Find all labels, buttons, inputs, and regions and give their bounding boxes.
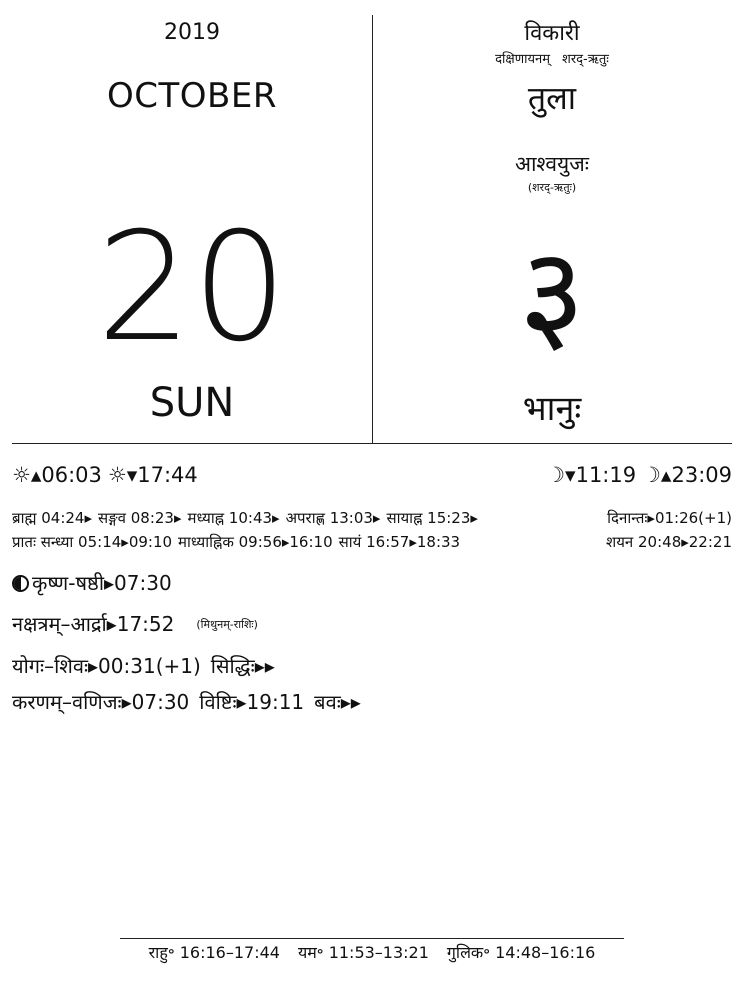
sunset-time: ☼▾17:44 — [107, 463, 198, 487]
tithi-row: कृष्ण-षष्ठी▸07:30 — [12, 569, 172, 596]
brahma-muhurta: ब्राह्म 04:24▸ — [12, 509, 92, 527]
vertical-divider — [372, 15, 373, 443]
yoga-row: योगः–शिवः▸00:31(+1) सिद्धिः▸▸ — [12, 652, 275, 679]
day-divisions: ब्राह्म 04:24▸ सङ्गव 08:23▸ मध्याह्न 10:43… — [12, 508, 484, 528]
yoga-text: योगः–शिवः▸00:31(+1) — [12, 654, 201, 678]
tithi-text: कृष्ण-षष्ठी▸07:30 — [32, 571, 172, 595]
sayahna: सायाह्न 15:23▸ — [386, 509, 478, 527]
karana-text: करणम्–वणिजः▸07:30 — [12, 690, 190, 714]
moonrise-time: ☽▴23:09 — [642, 463, 732, 487]
sayam-sandhya: सायं 16:57▸18:33 — [338, 533, 461, 551]
gulika-kalam: गुलिक॰ 14:48–16:16 — [446, 943, 596, 962]
footer-divider — [120, 938, 624, 939]
sunrise-time: ☼▴06:03 — [12, 463, 102, 487]
nakshatra-text: नक्षत्रम्–आर्द्रा▸17:52 — [12, 612, 175, 636]
moonset-time: ☽▾11:19 — [546, 463, 637, 487]
vara: भानुः — [522, 389, 582, 429]
aparahna: अपराह्ण 13:03▸ — [285, 509, 381, 527]
horizontal-divider — [12, 443, 732, 444]
half-moon-icon — [12, 575, 29, 592]
gregorian-month: OCTOBER — [107, 76, 277, 116]
nakshatra-row: नक्षत्रम्–आर्द्रा▸17:52 (मिथुनम्-राशिः) — [12, 610, 258, 637]
dinanta: दिनान्तः▸01:26(+1) — [607, 509, 732, 527]
karana-row: करणम्–वणिजः▸07:30 विष्टिः▸19:11 बवः▸▸ — [12, 688, 361, 715]
gregorian-day: 20 — [96, 201, 288, 375]
yoga-next: सिद्धिः▸▸ — [210, 654, 275, 678]
rahu-kalam: राहु॰ 16:16–17:44 — [148, 943, 280, 962]
moon-times: ☽▾11:19 ☽▴23:09 — [546, 463, 732, 487]
pratah-sandhya: प्रातः सन्ध्या 05:14▸09:10 — [12, 533, 173, 551]
ritu: शरद्-ऋतुः — [562, 52, 609, 67]
madhyahna: मध्याह्न 10:43▸ — [187, 509, 280, 527]
sangava: सङ्गव 08:23▸ — [98, 509, 182, 527]
sun-times: ☼▴06:03 ☼▾17:44 — [12, 463, 204, 487]
madhyahnika: माध्याह्निक 09:56▸16:10 — [178, 533, 333, 551]
ayana-ritu-line: दक्षिणायनम् शरद्-ऋतुः — [402, 49, 702, 67]
inauspicious-times: राहु॰ 16:16–17:44 यम॰ 11:53–13:21 गुलिक॰ 1… — [120, 941, 624, 963]
sandhya-times: प्रातः सन्ध्या 05:14▸09:10 माध्याह्निक 09… — [12, 532, 466, 552]
ayana: दक्षिणायनम् — [495, 52, 550, 67]
samvatsara: विकारी — [524, 21, 580, 46]
tithi-number: ३ — [518, 220, 586, 369]
gregorian-year: 2019 — [164, 20, 220, 45]
nakshatra-rashi: (मिथुनम्-राशिः) — [196, 618, 258, 631]
karana-next-1: विष्टिः▸19:11 — [199, 690, 305, 714]
solar-rashi: तुला — [527, 79, 577, 117]
lunar-month-ritu: (शरद्-ऋतुः) — [527, 181, 577, 194]
karana-next-2: बवः▸▸ — [314, 690, 361, 714]
yama-gandam: यम॰ 11:53–13:21 — [297, 943, 429, 962]
shayana: शयन 20:48▸22:21 — [606, 533, 732, 551]
gregorian-weekday: SUN — [149, 380, 235, 426]
lunar-month: आश्वयुजः — [514, 152, 590, 176]
